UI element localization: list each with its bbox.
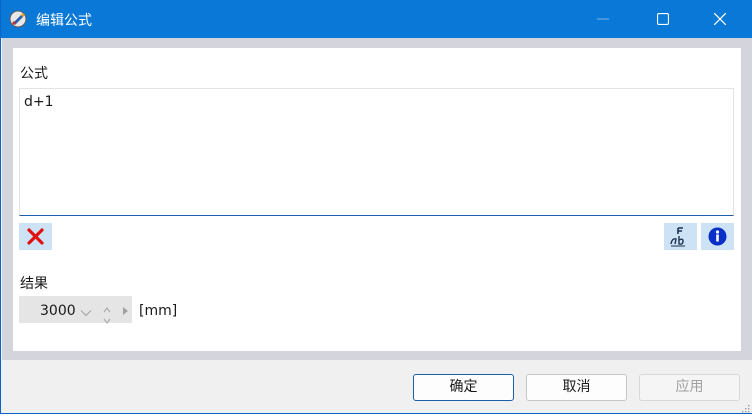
- formula-editor-button[interactable]: [664, 223, 697, 250]
- spin-down-icon[interactable]: [103, 313, 111, 328]
- info-button[interactable]: [701, 223, 734, 250]
- chevron-down-icon[interactable]: [80, 306, 92, 321]
- info-icon: [708, 227, 727, 246]
- window-title: 编辑公式: [36, 13, 92, 29]
- ok-button[interactable]: 确定: [413, 374, 514, 401]
- minimize-button[interactable]: [580, 0, 626, 38]
- ab-formula-icon: [670, 227, 685, 247]
- close-icon: [714, 13, 726, 25]
- formula-app-icon: [9, 10, 27, 28]
- result-unit: [mm]: [139, 303, 178, 319]
- result-value: 3000: [40, 303, 76, 319]
- close-button[interactable]: [697, 0, 743, 38]
- minimize-icon: [597, 18, 609, 20]
- resize-grip-icon[interactable]: [741, 402, 750, 417]
- apply-button[interactable]: 应用: [639, 374, 740, 401]
- formula-label: 公式: [20, 66, 48, 82]
- red-x-icon: [27, 228, 44, 245]
- result-label: 结果: [20, 276, 48, 292]
- maximize-icon: [657, 13, 669, 25]
- title-bar[interactable]: 编辑公式: [1, 0, 752, 38]
- clear-formula-button[interactable]: [19, 223, 52, 250]
- maximize-button[interactable]: [640, 0, 686, 38]
- edit-formula-dialog: 编辑公式 公式 d+1 结果 3000 [mm] 确定 取消 应用: [0, 0, 752, 414]
- cancel-button[interactable]: 取消: [526, 374, 627, 401]
- formula-text: d+1: [24, 94, 54, 110]
- triangle-right-icon[interactable]: [122, 305, 129, 320]
- formula-input[interactable]: [19, 88, 734, 216]
